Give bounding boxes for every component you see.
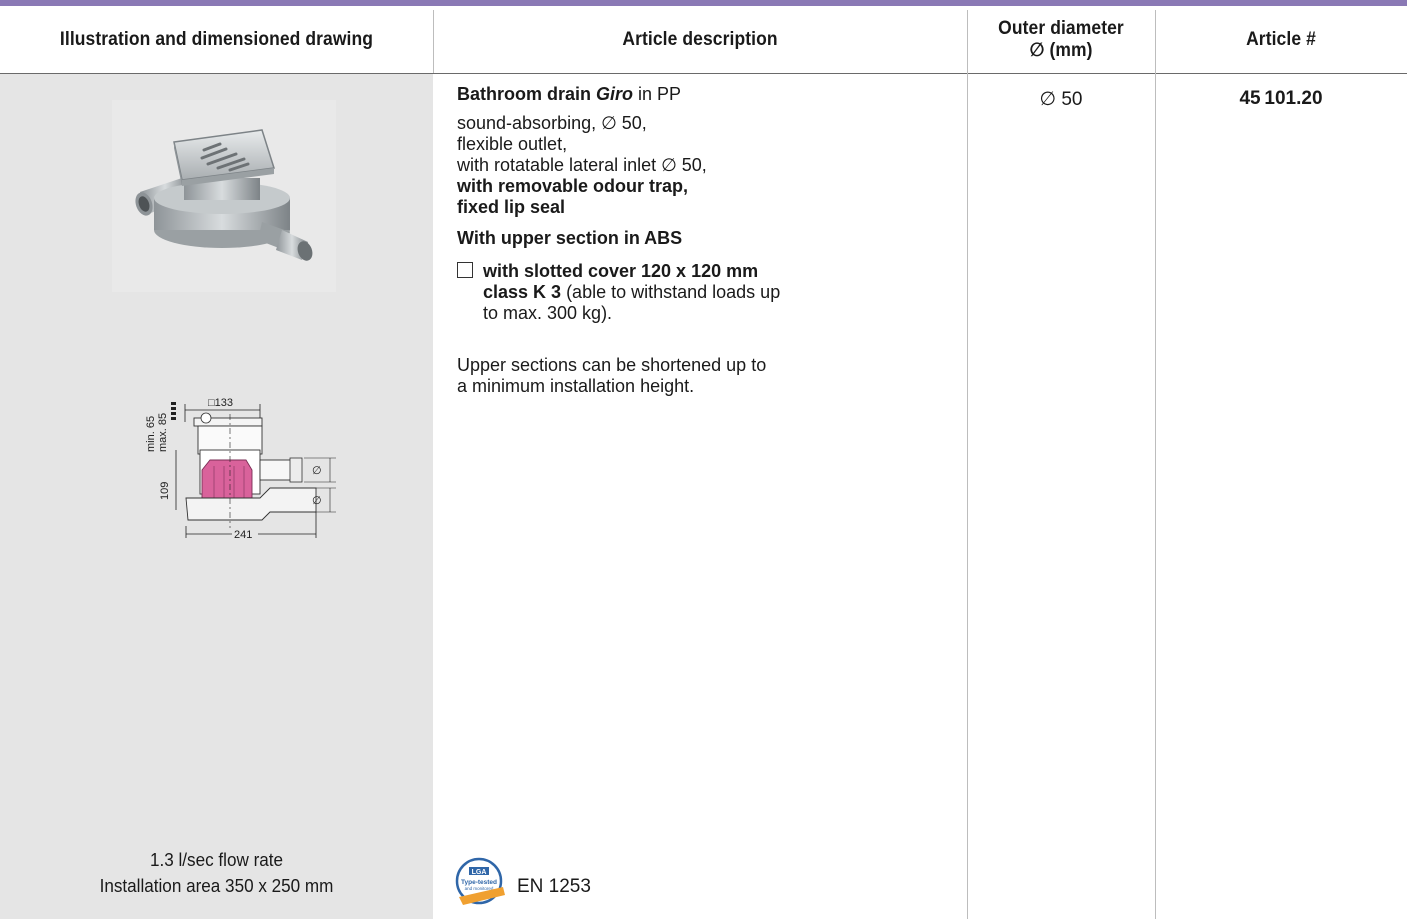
cover-option: with slotted cover 120 x 120 mm [457, 261, 937, 282]
drawing-max-label: max. 85 [157, 413, 169, 452]
cover-load: (able to withstand loads up [561, 282, 781, 302]
header-diameter-line2: ∅ (mm) [1029, 39, 1093, 61]
desc-line: with rotatable lateral inlet ∅ 50, [457, 155, 707, 175]
desc-line: fixed lip seal [457, 197, 566, 217]
desc-line: flexible outlet, [457, 134, 568, 154]
article-number: 45 101.20 [1239, 88, 1323, 109]
column-header-description: Article description [622, 28, 778, 50]
note-line: Upper sections can be shortened up to [457, 355, 767, 375]
article-description: Bathroom drain Giro in PP sound-absorbin… [457, 84, 937, 397]
drawing-dia-label: ∅ [312, 495, 322, 507]
product-name: Giro [596, 84, 634, 104]
upper-section: With upper section in ABS [457, 228, 683, 248]
drawing-dia-label: ∅ [312, 465, 322, 477]
badge-top-text: LGA [472, 869, 487, 876]
note-line: a minimum installation height. [457, 376, 695, 396]
drawing-min-label: min. 65 [145, 416, 157, 452]
column-separator [1155, 10, 1156, 919]
dimensioned-drawing: □133 min. 65 max. 85 109 ∅ ∅ 241 [140, 388, 340, 548]
desc-line: with removable odour trap, [457, 176, 689, 196]
flow-info: 1.3 l/sec flow rate Installation area 35… [11, 847, 422, 899]
checkbox-icon [457, 262, 473, 278]
product-title: Bathroom drain [457, 84, 597, 104]
header-separator [433, 10, 434, 73]
standard-label: EN 1253 [517, 876, 591, 897]
cover-option-detail: class K 3 (able to withstand loads up [457, 282, 937, 303]
badge-mid-text: Type-tested [461, 879, 497, 886]
column-header-article: Article # [1246, 28, 1316, 50]
outer-diameter-value: ∅ 50 [1039, 89, 1083, 110]
product-material: in PP [633, 84, 682, 104]
product-photo [112, 100, 336, 292]
drawing-height-label: 109 [159, 482, 171, 500]
drawing-width-label: □133 [208, 397, 233, 409]
cover-option-title: with slotted cover 120 x 120 mm [483, 261, 759, 281]
cover-class: class K 3 [483, 282, 562, 302]
drawing-length-label: 241 [234, 529, 252, 541]
flow-rate: 1.3 l/sec flow rate [149, 850, 284, 870]
header-diameter-line1: Outer diameter [998, 17, 1124, 39]
column-header-diameter: Outer diameter ∅ (mm) [975, 6, 1148, 73]
column-separator [967, 10, 968, 919]
cover-load-max: to max. 300 kg). [483, 303, 613, 323]
column-header-illustration: Illustration and dimensioned drawing [59, 28, 374, 50]
installation-area: Installation area 350 x 250 mm [99, 876, 334, 896]
lga-certification-badge: LGA Type-tested and monitored [455, 857, 507, 909]
desc-line: sound-absorbing, ∅ 50, [457, 113, 647, 133]
